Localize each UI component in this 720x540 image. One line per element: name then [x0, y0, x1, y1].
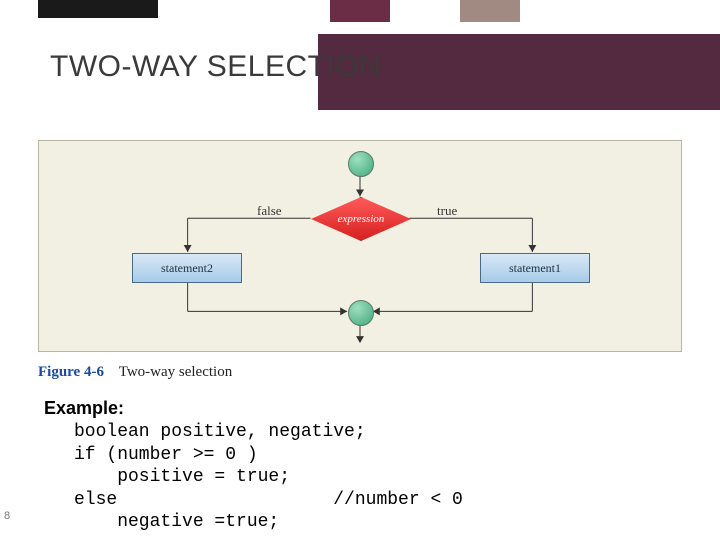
start-node	[348, 151, 374, 177]
statement2-box: statement2	[132, 253, 242, 283]
statement1-box: statement1	[480, 253, 590, 283]
accent-block-maroon	[330, 0, 390, 22]
accent-block-dark	[38, 0, 158, 18]
slide-title: TWO-WAY SELECTION	[50, 50, 381, 84]
example-block: Example: boolean positive, negative; if …	[44, 398, 700, 534]
accent-block-taupe	[460, 0, 520, 22]
code-line-1: boolean positive, negative;	[74, 421, 700, 444]
slide-number: 8	[4, 510, 10, 522]
figure-number: Figure 4-6	[38, 364, 104, 380]
code-line-3: positive = true;	[74, 466, 700, 489]
true-branch-label: true	[437, 203, 457, 219]
decision-diamond-icon: expression	[311, 197, 411, 241]
figure-caption: Figure 4-6 Two-way selection	[38, 364, 232, 381]
code-line-5: negative =true;	[74, 511, 700, 534]
flowchart: expression false true statement2 stateme…	[39, 141, 681, 351]
code-line-2: if (number >= 0 )	[74, 444, 700, 467]
merge-node	[348, 300, 374, 326]
code-line-4: else //number < 0	[74, 489, 700, 512]
title-bar: TWO-WAY SELECTION	[38, 34, 720, 122]
decision-label: expression	[338, 213, 385, 225]
decision-node: expression	[311, 197, 411, 241]
false-branch-label: false	[257, 203, 282, 219]
top-accent-blocks	[0, 0, 720, 28]
example-heading: Example:	[44, 398, 700, 419]
figure-caption-text: Two-way selection	[119, 364, 233, 380]
statement2-label: statement2	[161, 261, 213, 276]
flowchart-container: expression false true statement2 stateme…	[38, 140, 682, 352]
statement1-label: statement1	[509, 261, 561, 276]
